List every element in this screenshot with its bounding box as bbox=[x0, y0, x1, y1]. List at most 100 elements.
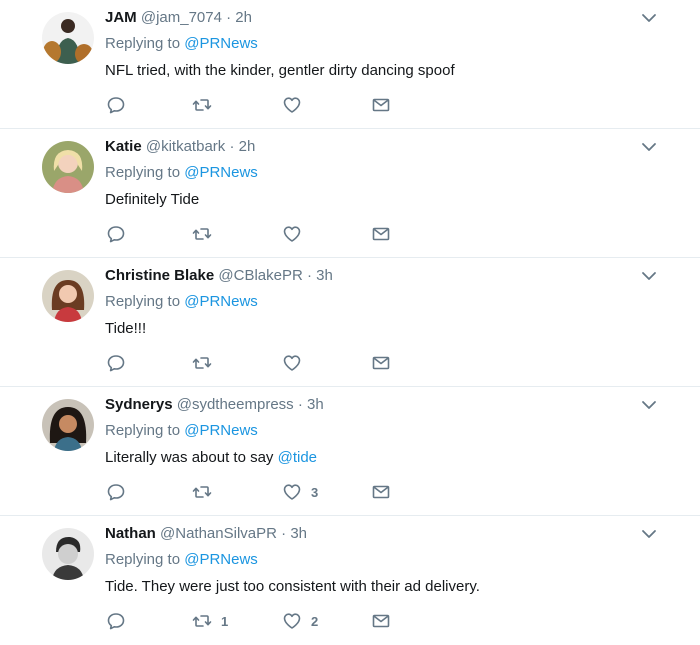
reply-icon bbox=[107, 484, 125, 501]
tweet[interactable]: Nathan @NathanSilvaPR · 3h Replying to @… bbox=[0, 516, 700, 645]
tweet[interactable]: Christine Blake @CBlakePR · 3h Replying … bbox=[0, 258, 700, 387]
like-button[interactable] bbox=[282, 224, 311, 244]
tweet-actions: 1 2 bbox=[106, 611, 406, 631]
reply-icon bbox=[107, 97, 125, 114]
timestamp[interactable]: 3h bbox=[316, 267, 333, 284]
reply-button[interactable] bbox=[106, 611, 126, 631]
direct-message-button[interactable] bbox=[371, 353, 391, 373]
retweet-icon bbox=[192, 99, 212, 111]
tweet-header: JAM @jam_7074 · 2h bbox=[105, 9, 252, 26]
direct-message-button[interactable] bbox=[371, 611, 391, 631]
retweet-icon bbox=[192, 228, 212, 240]
like-button[interactable] bbox=[282, 353, 311, 373]
display-name[interactable]: Christine Blake bbox=[105, 267, 214, 284]
avatar[interactable] bbox=[42, 12, 94, 64]
separator: · bbox=[226, 9, 232, 26]
retweet-icon bbox=[192, 615, 212, 627]
replying-to-link[interactable]: @PRNews bbox=[184, 551, 258, 568]
reply-button[interactable] bbox=[106, 482, 126, 502]
tweet-text-body: Definitely Tide bbox=[105, 191, 200, 208]
replying-to-label: Replying to bbox=[105, 422, 181, 439]
retweet-button[interactable]: 1 bbox=[192, 611, 228, 631]
tweet-header: Sydnerys @sydtheempress · 3h bbox=[105, 396, 324, 413]
direct-message-button[interactable] bbox=[371, 224, 391, 244]
tweet-actions bbox=[106, 95, 406, 115]
user-handle[interactable]: @NathanSilvaPR bbox=[160, 525, 277, 542]
tweet-text: Tide!!! bbox=[105, 320, 146, 337]
heart-icon bbox=[283, 97, 301, 113]
replying-to-link[interactable]: @PRNews bbox=[184, 35, 258, 52]
separator: · bbox=[306, 267, 312, 284]
avatar[interactable] bbox=[42, 399, 94, 451]
envelope-icon bbox=[372, 614, 390, 628]
avatar[interactable] bbox=[42, 270, 94, 322]
retweet-button[interactable] bbox=[192, 224, 221, 244]
tweet-header: Nathan @NathanSilvaPR · 3h bbox=[105, 525, 307, 542]
tweet-text-body: Tide!!! bbox=[105, 320, 147, 337]
user-handle[interactable]: @jam_7074 bbox=[141, 9, 222, 26]
timestamp[interactable]: 3h bbox=[290, 525, 307, 542]
reply-icon bbox=[107, 355, 125, 372]
retweet-button[interactable] bbox=[192, 482, 221, 502]
envelope-icon bbox=[372, 227, 390, 241]
tweet-actions bbox=[106, 224, 406, 244]
timestamp[interactable]: 3h bbox=[307, 396, 324, 413]
separator: · bbox=[229, 138, 235, 155]
display-name[interactable]: Nathan bbox=[105, 525, 156, 542]
retweet-icon bbox=[192, 486, 212, 498]
reply-button[interactable] bbox=[106, 224, 126, 244]
display-name[interactable]: Sydnerys bbox=[105, 396, 173, 413]
tweet-text-mention[interactable]: @tide bbox=[278, 449, 317, 466]
tweet-actions bbox=[106, 353, 406, 373]
like-count: 2 bbox=[311, 613, 319, 629]
avatar[interactable] bbox=[42, 141, 94, 193]
chevron-down-icon[interactable] bbox=[640, 398, 658, 412]
tweet-actions: 3 bbox=[106, 482, 406, 502]
like-button[interactable]: 2 bbox=[282, 611, 318, 631]
timestamp[interactable]: 2h bbox=[239, 138, 256, 155]
heart-icon bbox=[283, 613, 301, 629]
chevron-down-icon[interactable] bbox=[640, 527, 658, 541]
display-name[interactable]: JAM bbox=[105, 9, 137, 26]
tweet[interactable]: JAM @jam_7074 · 2h Replying to @PRNews N… bbox=[0, 0, 700, 129]
tweet[interactable]: Sydnerys @sydtheempress · 3h Replying to… bbox=[0, 387, 700, 516]
heart-icon bbox=[283, 355, 301, 371]
replying-to-label: Replying to bbox=[105, 164, 181, 181]
tweet-text-body: NFL tried, with the kinder, gentler dirt… bbox=[105, 62, 455, 79]
user-handle[interactable]: @CBlakePR bbox=[218, 267, 302, 284]
reply-button[interactable] bbox=[106, 353, 126, 373]
user-handle[interactable]: @kitkatbark bbox=[146, 138, 225, 155]
retweet-button[interactable] bbox=[192, 353, 221, 373]
like-button[interactable]: 3 bbox=[282, 482, 318, 502]
tweet-text: Definitely Tide bbox=[105, 191, 199, 208]
reply-button[interactable] bbox=[106, 95, 126, 115]
display-name[interactable]: Katie bbox=[105, 138, 142, 155]
tweet-text-body: Literally was about to say bbox=[105, 449, 278, 466]
replying-to: Replying to @PRNews bbox=[105, 551, 258, 568]
chevron-down-icon[interactable] bbox=[640, 269, 658, 283]
tweet-text: Tide. They were just too consistent with… bbox=[105, 578, 480, 595]
tweet[interactable]: Katie @kitkatbark · 2h Replying to @PRNe… bbox=[0, 129, 700, 258]
replying-to-label: Replying to bbox=[105, 293, 181, 310]
replying-to: Replying to @PRNews bbox=[105, 293, 258, 310]
like-button[interactable] bbox=[282, 95, 311, 115]
replying-to-link[interactable]: @PRNews bbox=[184, 164, 258, 181]
direct-message-button[interactable] bbox=[371, 482, 391, 502]
replying-to: Replying to @PRNews bbox=[105, 422, 258, 439]
tweet-header: Katie @kitkatbark · 2h bbox=[105, 138, 255, 155]
replying-to: Replying to @PRNews bbox=[105, 164, 258, 181]
chevron-down-icon[interactable] bbox=[640, 11, 658, 25]
envelope-icon bbox=[372, 98, 390, 112]
direct-message-button[interactable] bbox=[371, 95, 391, 115]
replying-to-link[interactable]: @PRNews bbox=[184, 422, 258, 439]
avatar[interactable] bbox=[42, 528, 94, 580]
envelope-icon bbox=[372, 356, 390, 370]
separator: · bbox=[297, 396, 303, 413]
retweet-button[interactable] bbox=[192, 95, 221, 115]
chevron-down-icon[interactable] bbox=[640, 140, 658, 154]
replying-to-link[interactable]: @PRNews bbox=[184, 293, 258, 310]
timestamp[interactable]: 2h bbox=[235, 9, 252, 26]
user-handle[interactable]: @sydtheempress bbox=[177, 396, 294, 413]
replying-to-label: Replying to bbox=[105, 551, 181, 568]
replying-to: Replying to @PRNews bbox=[105, 35, 258, 52]
